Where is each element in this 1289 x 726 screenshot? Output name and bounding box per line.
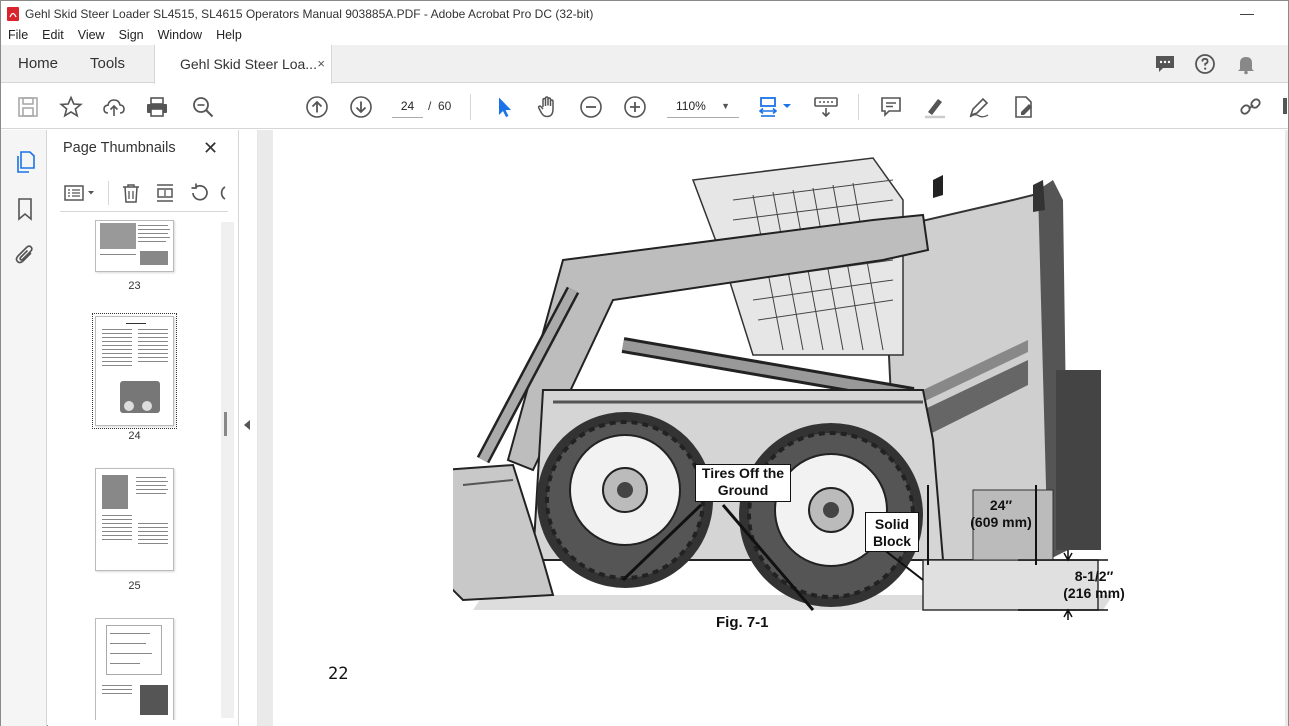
title-bar: Gehl Skid Steer Loader SL4515, SL4615 Op…	[1, 1, 1288, 27]
tab-document-label: Gehl Skid Steer Loa...	[180, 56, 317, 72]
menu-window[interactable]: Window	[151, 27, 209, 45]
close-panel-icon[interactable]: ✕	[203, 138, 218, 159]
next-page-icon[interactable]	[349, 95, 373, 119]
pdf-page: Tires Off the Ground Solid Block 24″ (60…	[273, 130, 1285, 726]
thumbnail-page-23[interactable]	[95, 220, 174, 272]
save-icon[interactable]	[16, 95, 40, 119]
left-navigation-rail	[1, 130, 47, 726]
page-thumbnails-icon[interactable]	[13, 150, 37, 174]
tab-bar: Home Tools Gehl Skid Steer Loa... ×	[1, 45, 1288, 84]
callout-tires-off-ground: Tires Off the Ground	[695, 464, 791, 502]
thumbnail-page-24[interactable]	[92, 313, 177, 429]
edit-pdf-icon[interactable]	[1011, 95, 1035, 119]
attachment-paperclip-icon[interactable]	[13, 243, 37, 267]
figure-caption: Fig. 7-1	[716, 614, 769, 631]
toolbar-divider	[858, 94, 859, 120]
page-number-input[interactable]: 24	[392, 94, 423, 118]
zoom-level-value: 110%	[676, 99, 706, 113]
window-title: Gehl Skid Steer Loader SL4515, SL4615 Op…	[25, 7, 594, 21]
dimension-8-5-in-mm: (216 mm)	[1063, 585, 1125, 601]
insert-pages-icon[interactable]	[154, 182, 176, 204]
options-menu-icon[interactable]	[62, 182, 96, 204]
menu-help[interactable]: Help	[209, 27, 249, 45]
tab-document[interactable]: Gehl Skid Steer Loa... ×	[154, 45, 332, 84]
thumbnail-page-25[interactable]	[95, 468, 174, 571]
page-number: 22	[328, 664, 349, 684]
toolbar-divider	[470, 94, 471, 120]
tab-tools[interactable]: Tools	[90, 45, 125, 83]
callout-solid-block: Solid Block	[865, 512, 919, 552]
zoom-level-dropdown[interactable]: 110% ▼	[667, 94, 739, 118]
page-fit-icon[interactable]	[757, 95, 793, 119]
sign-pen-icon[interactable]	[967, 95, 991, 119]
comment-icon[interactable]	[1154, 53, 1176, 75]
help-icon[interactable]	[1194, 53, 1216, 75]
zoom-out-icon[interactable]	[579, 95, 603, 119]
dimension-24-in-value: 24″	[989, 497, 1013, 513]
thumbnail-list: 23 24 25	[48, 220, 220, 720]
menu-sign[interactable]: Sign	[112, 27, 151, 45]
bookmark-icon[interactable]	[13, 197, 37, 221]
toolbar: 24 / 60 110% ▼	[1, 84, 1288, 129]
add-comment-icon[interactable]	[879, 95, 903, 119]
thumbnail-image	[100, 223, 136, 249]
overflow-edge	[1283, 98, 1287, 114]
document-view[interactable]: Tires Off the Ground Solid Block 24″ (60…	[258, 130, 1288, 726]
menu-view[interactable]: View	[71, 27, 112, 45]
page-total: 60	[438, 99, 452, 113]
select-cursor-icon[interactable]	[492, 95, 516, 119]
thumbnail-image	[140, 685, 168, 715]
star-icon[interactable]	[59, 95, 83, 119]
rotate-counterclockwise-icon[interactable]	[188, 182, 210, 204]
panel-title: Page Thumbnails	[63, 140, 176, 156]
thumbnail-toolbar	[60, 178, 228, 212]
zoom-in-icon[interactable]	[623, 95, 647, 119]
minimize-button[interactable]: —	[1240, 5, 1254, 21]
highlight-pen-icon[interactable]	[923, 95, 947, 119]
bell-icon[interactable]	[1235, 53, 1257, 75]
acrobat-app-icon	[7, 7, 19, 21]
chevron-left-icon	[244, 420, 250, 430]
upload-cloud-icon[interactable]	[102, 95, 126, 119]
previous-page-icon[interactable]	[305, 95, 329, 119]
scrollbar-thumb[interactable]	[224, 412, 227, 436]
dimension-24-in: 24″ (609 mm)	[958, 497, 1044, 531]
tab-home[interactable]: Home	[18, 45, 58, 83]
thumbnail-image	[140, 251, 168, 265]
thumbnail-label: 23	[128, 280, 141, 292]
dimension-8-5-in: 8-1/2″ (216 mm)	[1058, 568, 1130, 602]
toolbar-divider	[108, 181, 109, 205]
page-separator: /	[428, 99, 432, 113]
trash-icon[interactable]	[120, 182, 142, 204]
chevron-down-icon: ▼	[721, 101, 730, 111]
page-thumbnails-panel: Page Thumbnails ✕ 23 24 25	[48, 130, 239, 726]
menu-bar: File Edit View Sign Window Help	[1, 27, 249, 45]
scrolling-mode-icon[interactable]	[813, 95, 839, 119]
hand-tool-icon[interactable]	[535, 95, 559, 119]
zoom-search-icon[interactable]	[191, 95, 215, 119]
dimension-8-5-in-value: 8-1/2″	[1074, 568, 1114, 584]
menu-file[interactable]: File	[1, 27, 35, 45]
acrobat-window: Gehl Skid Steer Loader SL4515, SL4615 Op…	[0, 0, 1289, 726]
rotate-clockwise-icon[interactable]	[218, 182, 228, 204]
thumbnail-label: 24	[128, 430, 141, 442]
thumbnail-image	[102, 475, 128, 509]
dimension-24-in-mm: (609 mm)	[970, 514, 1032, 530]
share-link-icon[interactable]	[1239, 95, 1263, 119]
thumbnail-page-26[interactable]	[95, 618, 174, 720]
panel-collapse-handle[interactable]	[239, 130, 258, 726]
menu-edit[interactable]: Edit	[35, 27, 71, 45]
thumbnail-scrollbar[interactable]	[221, 222, 234, 718]
skid-steer-loader-photo	[453, 157, 1113, 620]
print-icon[interactable]	[145, 95, 169, 119]
close-tab-icon[interactable]: ×	[317, 45, 325, 83]
thumbnail-label: 25	[128, 580, 141, 592]
